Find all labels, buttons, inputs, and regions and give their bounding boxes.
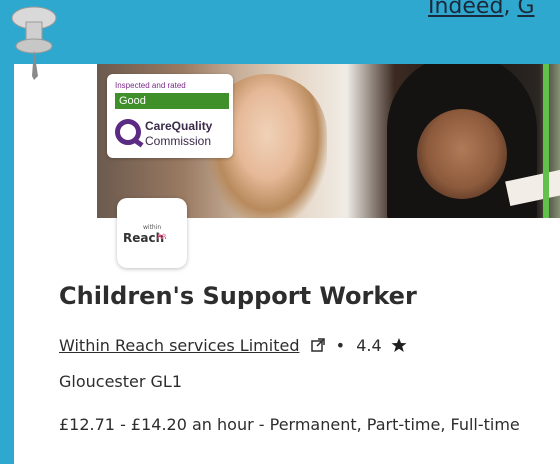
company-link[interactable]: Within Reach services Limited: [59, 336, 299, 355]
pushpin-icon: [11, 6, 57, 80]
second-link[interactable]: G: [517, 0, 534, 19]
link-separator: ,: [503, 0, 518, 19]
top-links: Indeed, G: [428, 0, 535, 19]
logo-small-text: within: [143, 224, 162, 231]
cqc-name-line2: Commission: [145, 134, 212, 148]
company-row: Within Reach services Limited • 4.4: [59, 336, 407, 355]
cqc-name-line1: CareQuality: [145, 119, 213, 133]
job-location: Gloucester GL1: [59, 372, 183, 391]
cqc-rating: Good: [115, 93, 229, 109]
cqc-inspected-text: Inspected and rated: [115, 81, 186, 90]
indeed-link[interactable]: Indeed: [428, 0, 503, 19]
external-link-icon[interactable]: [310, 338, 325, 352]
job-salary-type: £12.71 - £14.20 an hour - Permanent, Par…: [59, 415, 520, 434]
job-title: Children's Support Worker: [59, 282, 417, 310]
company-logo[interactable]: within Reach ጰጰ: [117, 198, 187, 268]
logo-people-icon: ጰጰ: [157, 232, 167, 242]
cqc-rating-badge: Inspected and rated Good CareQuality Com…: [107, 74, 233, 158]
star-icon: [391, 338, 407, 352]
job-banner-image: Inspected and rated Good CareQuality Com…: [97, 64, 560, 218]
company-rating: 4.4: [356, 336, 382, 355]
job-card: Inspected and rated Good CareQuality Com…: [14, 64, 560, 464]
rating-separator: •: [335, 336, 346, 355]
